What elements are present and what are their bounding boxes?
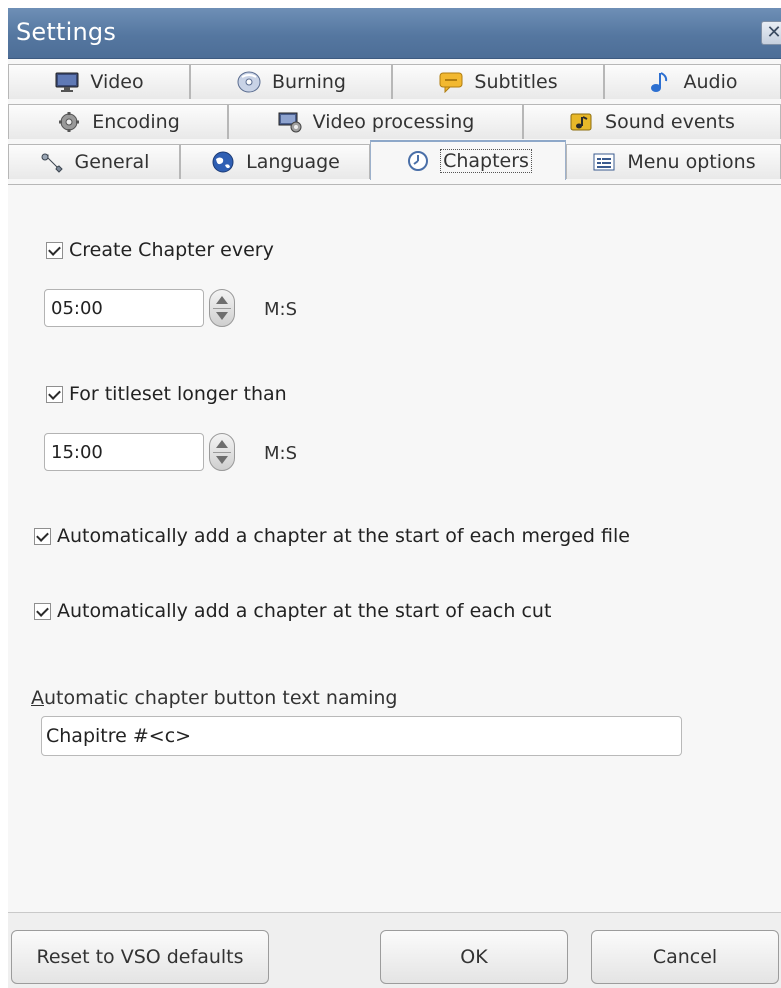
menu-list-icon: [591, 151, 617, 173]
chapter-naming-input[interactable]: [41, 716, 682, 756]
merged-file-label: Automatically add a chapter at the start…: [57, 525, 630, 547]
title-bar: Settings ✕: [8, 8, 781, 59]
each-cut-checkbox[interactable]: [34, 602, 51, 620]
reset-defaults-button[interactable]: Reset to VSO defaults: [11, 930, 269, 984]
monitor-icon: [54, 71, 80, 93]
video-processing-icon: [277, 111, 303, 133]
tab-menu-options[interactable]: Menu options: [566, 144, 781, 179]
sound-events-icon: [569, 111, 595, 133]
titleset-longer-label: For titleset longer than: [69, 383, 287, 405]
titleset-longer-checkbox[interactable]: [46, 385, 63, 403]
tab-row-2: Encoding Video processing Sound events: [8, 104, 781, 139]
tab-sound-events[interactable]: Sound events: [523, 104, 781, 139]
disc-icon: [236, 71, 262, 93]
titleset-length-unit: M:S: [264, 443, 298, 464]
gear-icon: [56, 111, 82, 133]
chapter-interval-spinner[interactable]: [209, 289, 235, 327]
merged-file-checkbox[interactable]: [34, 527, 51, 545]
music-note-icon: [647, 71, 673, 93]
each-cut-checkbox-row[interactable]: Automatically add a chapter at the start…: [34, 600, 551, 622]
merged-file-checkbox-row[interactable]: Automatically add a chapter at the start…: [34, 525, 630, 547]
create-chapter-every-checkbox-row[interactable]: Create Chapter every: [46, 239, 274, 261]
settings-window: Settings ✕ Video Burning Subtitles Audio…: [8, 8, 781, 988]
cancel-button[interactable]: Cancel: [591, 930, 779, 984]
titleset-longer-checkbox-row[interactable]: For titleset longer than: [46, 383, 287, 405]
tab-general[interactable]: General: [8, 144, 180, 179]
clock-icon: [405, 150, 431, 172]
create-chapter-every-checkbox[interactable]: [46, 241, 63, 259]
chapter-naming-label: Automatic chapter button text naming: [31, 687, 398, 709]
tab-subtitles[interactable]: Subtitles: [392, 64, 604, 99]
tab-chapters[interactable]: Chapters: [370, 140, 566, 180]
wrench-icon: [39, 151, 65, 173]
each-cut-label: Automatically add a chapter at the start…: [57, 600, 552, 622]
dialog-button-bar: Reset to VSO defaults OK Cancel: [8, 912, 781, 988]
tab-video[interactable]: Video: [8, 64, 190, 99]
tab-language[interactable]: Language: [180, 144, 370, 179]
titleset-length-spinner[interactable]: [209, 433, 235, 471]
tab-strip-border: [8, 184, 781, 185]
window-title: Settings: [16, 18, 117, 46]
chapter-interval-input[interactable]: [44, 289, 204, 327]
tab-video-processing[interactable]: Video processing: [228, 104, 523, 139]
subtitle-bubble-icon: [438, 71, 464, 94]
tab-burning[interactable]: Burning: [190, 64, 392, 99]
close-button[interactable]: ✕: [761, 21, 781, 45]
tab-row-3: General Language Chapters Menu options: [8, 140, 781, 180]
globe-icon: [210, 151, 236, 173]
tab-audio[interactable]: Audio: [604, 64, 781, 99]
tab-row-1: Video Burning Subtitles Audio: [8, 64, 781, 99]
close-icon: ✕: [766, 22, 781, 43]
tab-encoding[interactable]: Encoding: [8, 104, 228, 139]
titleset-length-input[interactable]: [44, 433, 204, 471]
ok-button[interactable]: OK: [380, 930, 568, 984]
chapter-interval-unit: M:S: [264, 299, 298, 320]
create-chapter-every-label: Create Chapter every: [69, 239, 274, 261]
